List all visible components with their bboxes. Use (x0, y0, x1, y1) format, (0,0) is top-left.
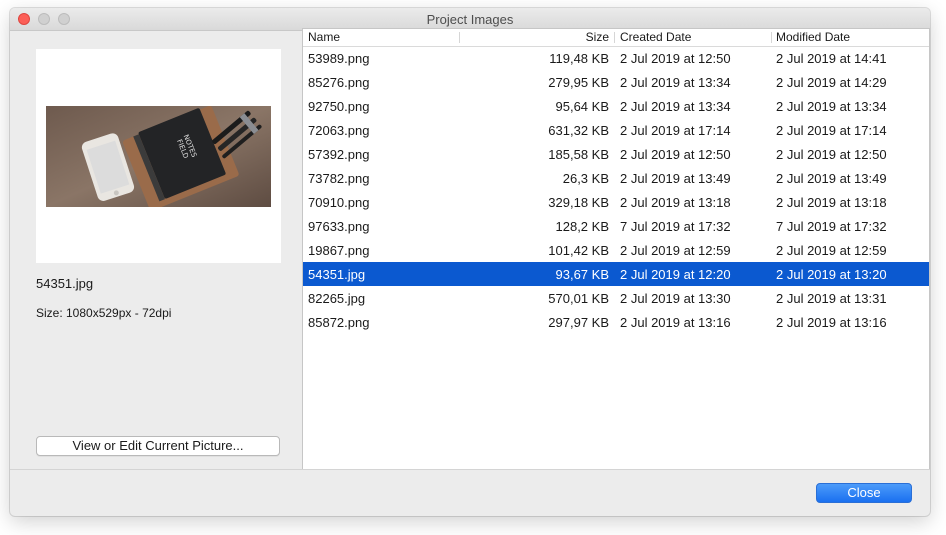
cell-size: 95,64 KB (555, 99, 610, 114)
table-header: Name Size Created Date Modified Date (303, 29, 929, 47)
table-row[interactable]: 19867.png 101,42 KB 2 Jul 2019 at 12:59 … (303, 238, 929, 262)
table-row[interactable]: 57392.png 185,58 KB 2 Jul 2019 at 12:50 … (303, 142, 929, 166)
images-table[interactable]: Name Size Created Date Modified Date 539… (302, 28, 930, 470)
cell-modified: 2 Jul 2019 at 12:59 (776, 243, 887, 258)
cell-modified: 2 Jul 2019 at 14:29 (776, 75, 887, 90)
close-button[interactable]: Close (816, 483, 912, 503)
cell-name: 82265.jpg (308, 291, 366, 306)
table-row[interactable]: 73782.png 26,3 KB 2 Jul 2019 at 13:49 2 … (303, 166, 929, 190)
table-row[interactable]: 85276.png 279,95 KB 2 Jul 2019 at 13:34 … (303, 70, 929, 94)
table-row[interactable]: 92750.png 95,64 KB 2 Jul 2019 at 13:34 2… (303, 94, 929, 118)
column-header-modified[interactable]: Modified Date (776, 30, 850, 44)
column-divider (771, 32, 772, 43)
cell-size: 185,58 KB (548, 147, 609, 162)
cell-created: 7 Jul 2019 at 17:32 (620, 219, 731, 234)
cell-name: 54351.jpg (308, 267, 366, 282)
cell-created: 2 Jul 2019 at 13:34 (620, 99, 731, 114)
column-header-name[interactable]: Name (308, 30, 340, 44)
cell-modified: 2 Jul 2019 at 14:41 (776, 51, 887, 66)
column-divider (459, 32, 460, 43)
cell-modified: 2 Jul 2019 at 13:16 (776, 315, 887, 330)
cell-name: 70910.png (308, 195, 370, 210)
cell-name: 85872.png (308, 315, 370, 330)
table-row[interactable]: 97633.png 128,2 KB 7 Jul 2019 at 17:32 7… (303, 214, 929, 238)
cell-created: 2 Jul 2019 at 13:49 (620, 171, 731, 186)
cell-size: 93,67 KB (555, 267, 610, 282)
cell-name: 57392.png (308, 147, 370, 162)
cell-name: 53989.png (308, 51, 370, 66)
footer-divider (10, 469, 930, 470)
table-row-selected[interactable]: 54351.jpg 93,67 KB 2 Jul 2019 at 12:20 2… (303, 262, 929, 286)
cell-modified: 2 Jul 2019 at 13:31 (776, 291, 887, 306)
view-edit-picture-button[interactable]: View or Edit Current Picture... (36, 436, 280, 456)
column-divider (614, 32, 615, 43)
cell-modified: 2 Jul 2019 at 13:20 (776, 267, 887, 282)
column-header-size[interactable]: Size (586, 30, 609, 44)
cell-modified: 2 Jul 2019 at 12:50 (776, 147, 887, 162)
table-row[interactable]: 72063.png 631,32 KB 2 Jul 2019 at 17:14 … (303, 118, 929, 142)
cell-name: 85276.png (308, 75, 370, 90)
cell-created: 2 Jul 2019 at 12:50 (620, 51, 731, 66)
selected-file-size: Size: 1080x529px - 72dpi (36, 306, 172, 320)
cell-modified: 2 Jul 2019 at 17:14 (776, 123, 887, 138)
selected-file-name: 54351.jpg (36, 276, 94, 291)
cell-name: 97633.png (308, 219, 370, 234)
cell-size: 128,2 KB (555, 219, 610, 234)
cell-size: 297,97 KB (548, 315, 609, 330)
window-title: Project Images (426, 12, 514, 27)
cell-created: 2 Jul 2019 at 13:16 (620, 315, 731, 330)
image-preview-panel: FIELD NOTES (36, 49, 281, 263)
column-header-created[interactable]: Created Date (620, 30, 691, 44)
table-row[interactable]: 85872.png 297,97 KB 2 Jul 2019 at 13:16 … (303, 310, 929, 334)
project-images-window: Project Images FIELD NOTES 54351.jpg Siz… (10, 8, 930, 516)
cell-created: 2 Jul 2019 at 12:20 (620, 267, 731, 282)
cell-modified: 2 Jul 2019 at 13:49 (776, 171, 887, 186)
cell-created: 2 Jul 2019 at 13:30 (620, 291, 731, 306)
cell-size: 631,32 KB (548, 123, 609, 138)
cell-name: 92750.png (308, 99, 370, 114)
table-row[interactable]: 53989.png 119,48 KB 2 Jul 2019 at 12:50 … (303, 46, 929, 70)
cell-created: 2 Jul 2019 at 12:59 (620, 243, 731, 258)
cell-created: 2 Jul 2019 at 17:14 (620, 123, 731, 138)
cell-name: 73782.png (308, 171, 370, 186)
cell-modified: 7 Jul 2019 at 17:32 (776, 219, 887, 234)
cell-name: 72063.png (308, 123, 370, 138)
cell-size: 26,3 KB (562, 171, 609, 186)
preview-image: FIELD NOTES (46, 106, 271, 207)
cell-size: 329,18 KB (548, 195, 609, 210)
table-row[interactable]: 82265.jpg 570,01 KB 2 Jul 2019 at 13:30 … (303, 286, 929, 310)
cell-size: 119,48 KB (549, 51, 609, 66)
cell-created: 2 Jul 2019 at 12:50 (620, 147, 731, 162)
cell-name: 19867.png (308, 243, 370, 258)
table-row[interactable]: 70910.png 329,18 KB 2 Jul 2019 at 13:18 … (303, 190, 929, 214)
cell-size: 570,01 KB (548, 291, 609, 306)
cell-modified: 2 Jul 2019 at 13:34 (776, 99, 887, 114)
cell-created: 2 Jul 2019 at 13:18 (620, 195, 731, 210)
cell-created: 2 Jul 2019 at 13:34 (620, 75, 731, 90)
cell-size: 279,95 KB (548, 75, 609, 90)
cell-modified: 2 Jul 2019 at 13:18 (776, 195, 887, 210)
cell-size: 101,42 KB (548, 243, 609, 258)
